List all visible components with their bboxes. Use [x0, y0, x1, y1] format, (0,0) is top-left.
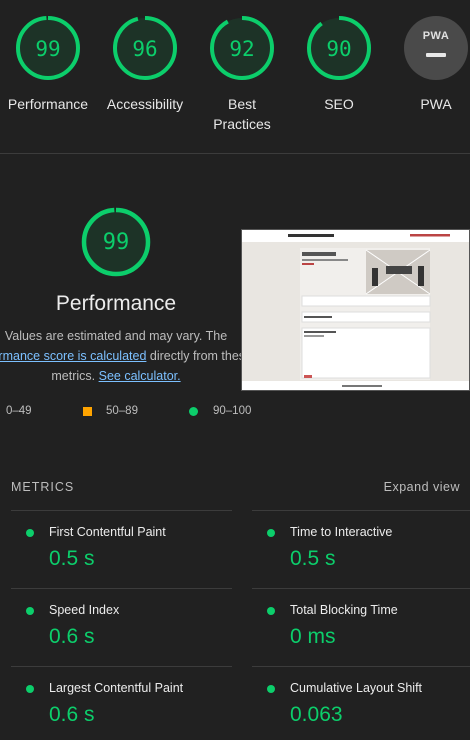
metric-value: 0.5 s	[290, 547, 336, 570]
desc-line-2: formance score is calculated directly fr…	[0, 346, 252, 366]
metric-speed-index[interactable]: Speed Index 0.6 s	[11, 588, 232, 662]
pass-circle-icon	[267, 685, 275, 693]
performance-gauge: 99	[80, 206, 152, 278]
gauge-score: 90	[326, 37, 352, 61]
desc-line-2-rest: directly from these	[146, 349, 252, 363]
metric-total-blocking-time[interactable]: Total Blocking Time 0 ms	[252, 588, 470, 662]
pwa-badge-icon: PWA	[404, 16, 468, 80]
page-preview-image	[242, 230, 469, 390]
gauge-label: Best Practices	[213, 96, 271, 132]
pass-circle-icon	[26, 685, 34, 693]
metric-name: Largest Contentful Paint	[49, 681, 184, 695]
gauge-label: Performance	[7, 96, 89, 112]
gauge-performance[interactable]: 99 Performance	[0, 14, 96, 114]
gauge-pwa[interactable]: PWA PWA	[388, 14, 470, 114]
metric-name: Cumulative Layout Shift	[290, 681, 423, 695]
gauge-seo[interactable]: 90 SEO	[291, 14, 387, 114]
metric-largest-contentful-paint[interactable]: Largest Contentful Paint 0.6 s	[11, 666, 232, 740]
metric-name: First Contentful Paint	[49, 525, 166, 539]
see-calculator-link[interactable]: See calculator.	[99, 369, 181, 383]
gauge-label: Accessibility	[106, 96, 184, 112]
gauge-ring: 90	[305, 14, 373, 82]
metric-name: Speed Index	[49, 603, 120, 617]
pass-circle-icon	[267, 607, 275, 615]
metric-name: Time to Interactive	[290, 525, 393, 539]
pass-circle-icon	[267, 529, 275, 537]
metrics-title: METRICS	[11, 480, 75, 494]
performance-description: Values are estimated and may vary. The f…	[0, 326, 252, 386]
metric-value: 0 ms	[290, 625, 336, 648]
metric-cumulative-layout-shift[interactable]: Cumulative Layout Shift 0.063	[252, 666, 470, 740]
score-calculated-link[interactable]: formance score is calculated	[0, 349, 146, 363]
pass-circle-icon	[189, 407, 198, 416]
gauge-score: 99	[35, 37, 61, 61]
performance-title: Performance	[55, 292, 177, 315]
metric-time-to-interactive[interactable]: Time to Interactive 0.5 s	[252, 510, 470, 584]
gauge-score: 92	[229, 37, 255, 61]
gauge-ring: 99	[14, 14, 82, 82]
metric-first-contentful-paint[interactable]: First Contentful Paint 0.5 s	[11, 510, 232, 584]
desc-line-1: Values are estimated and may vary. The	[4, 329, 228, 343]
performance-score: 99	[102, 230, 130, 255]
category-gauges: 99 Performance 96 Accessibility 92 Best …	[0, 0, 470, 154]
metric-name: Total Blocking Time	[290, 603, 398, 617]
pass-circle-icon	[26, 607, 34, 615]
metrics-header: METRICS Expand view	[11, 480, 460, 498]
desc-line-3-start: metrics.	[51, 369, 99, 383]
legend-good: 90–100	[213, 405, 252, 417]
gauge-ring: 92	[208, 14, 276, 82]
gauge-label: SEO	[324, 96, 354, 112]
metric-value: 0.6 s	[49, 625, 95, 648]
metric-value: 0.5 s	[49, 547, 95, 570]
gauge-label: PWA	[420, 96, 452, 112]
gauge-best-practices[interactable]: 92 Best Practices	[194, 14, 290, 134]
pwa-badge-text: PWA	[422, 30, 450, 42]
desc-line-3: metrics. See calculator.	[0, 366, 244, 386]
expand-view-button[interactable]: Expand view	[384, 480, 460, 494]
pwa-dash-icon	[426, 53, 446, 57]
metric-value: 0.063	[290, 703, 343, 726]
legend-poor: 0–49	[6, 405, 32, 417]
score-legend: 0–49 50–89 90–100	[0, 403, 470, 423]
metric-value: 0.6 s	[49, 703, 95, 726]
gauge-accessibility[interactable]: 96 Accessibility	[97, 14, 193, 114]
gauge-score: 96	[132, 37, 158, 61]
final-screenshot-thumbnail[interactable]	[241, 229, 470, 391]
pass-circle-icon	[26, 529, 34, 537]
average-square-icon	[83, 407, 92, 416]
gauge-ring: 96	[111, 14, 179, 82]
legend-average: 50–89	[106, 405, 138, 417]
